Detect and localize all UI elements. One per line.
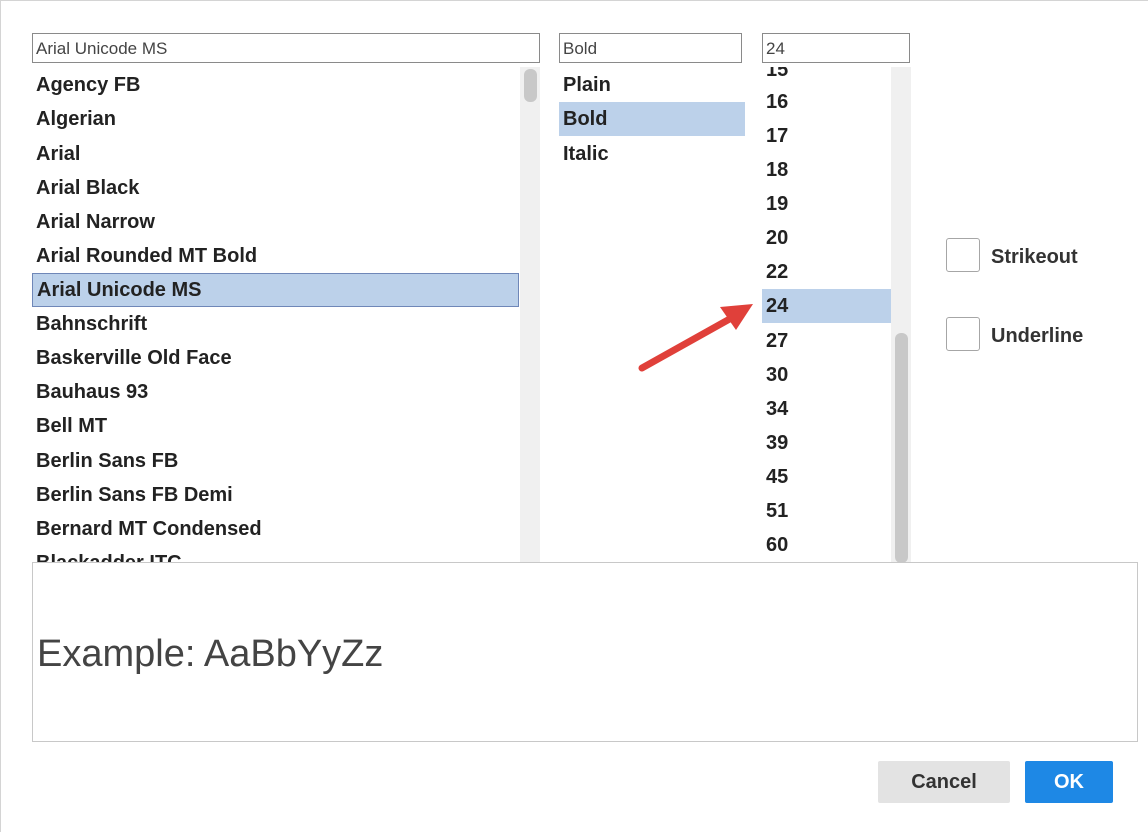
- font-dialog: Arial Unicode MS Bold 24 Agency FB Alger…: [0, 0, 1148, 832]
- annotation-arrow-icon: [638, 304, 753, 372]
